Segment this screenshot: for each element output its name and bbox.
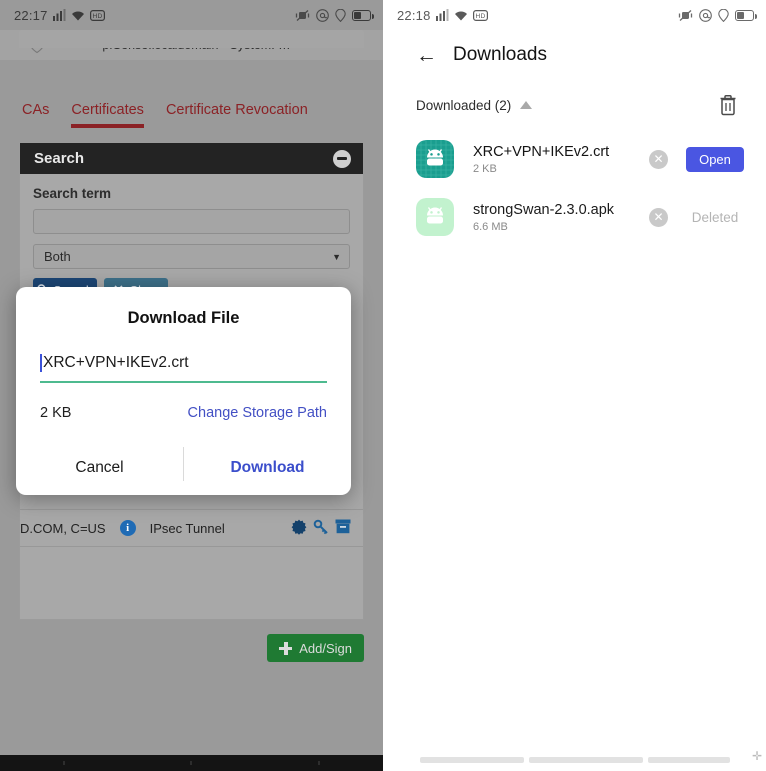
text-cursor: [40, 354, 42, 372]
download-file-size: 6.6 MB: [473, 220, 508, 233]
nav-home-icon[interactable]: [190, 761, 193, 765]
filename-field-wrapper: XRC+VPN+IKEv2.crt: [40, 354, 327, 383]
status-bar-right: [295, 8, 374, 22]
download-file-dialog: Download File XRC+VPN+IKEv2.crt 2 KB Cha…: [16, 287, 351, 495]
at-icon: [316, 8, 329, 22]
tab-certificates[interactable]: Certificates: [71, 102, 144, 128]
open-button[interactable]: Open: [686, 146, 744, 172]
list-item[interactable]: XRC+VPN+IKEv2.crt 2 KB ✕ Open: [383, 130, 766, 188]
status-bar-clock: 22:18: [397, 7, 431, 23]
corner-plus-icon: ✛: [751, 749, 762, 763]
dialog-meta-row: 2 KB Change Storage Path: [40, 405, 327, 421]
export-archive-icon[interactable]: [335, 519, 351, 537]
certificate-purpose: IPsec Tunnel: [149, 520, 225, 536]
close-circle-icon[interactable]: ✕: [649, 149, 668, 169]
search-scope-value: Both: [44, 249, 71, 264]
gesture-segment-left[interactable]: [419, 757, 524, 763]
key-icon[interactable]: [313, 519, 329, 538]
certificate-distinguished-name: D.COM, C=US: [20, 520, 106, 536]
status-bar-left: 22:17 HD: [14, 8, 105, 23]
hd-icon: HD: [472, 9, 488, 21]
download-item-texts: XRC+VPN+IKEv2.crt 2 KB: [473, 144, 649, 175]
android-apk-icon: [416, 140, 454, 178]
download-item-texts: strongSwan-2.3.0.apk 6.6 MB: [473, 202, 649, 233]
minus-circle-icon[interactable]: [333, 149, 351, 168]
svg-text:HD: HD: [475, 13, 485, 20]
chevron-down-icon: ▼: [332, 251, 341, 262]
status-bar-right: [678, 8, 757, 22]
search-card-title: Search: [34, 150, 85, 167]
add-sign-wrapper: Add/Sign: [0, 620, 383, 662]
android-navigation-bar[interactable]: [0, 755, 383, 771]
download-file-size: 2 KB: [473, 162, 497, 175]
dialog-title: Download File: [127, 309, 240, 327]
page-top-strip: [19, 30, 364, 48]
android-apk-icon: [416, 198, 454, 236]
trash-icon[interactable]: [718, 94, 738, 116]
nav-back-icon[interactable]: [318, 761, 321, 765]
certificate-tabs: CAs Certificates Certificate Revocation: [0, 88, 383, 128]
location-icon: [335, 8, 346, 22]
certificate-badge-icon[interactable]: [291, 519, 307, 538]
download-file-name: XRC+VPN+IKEv2.crt: [473, 143, 610, 160]
signal-icon: [52, 9, 66, 21]
search-term-input[interactable]: [33, 209, 350, 234]
search-card-header[interactable]: Search: [20, 143, 363, 174]
filename-input[interactable]: XRC+VPN+IKEv2.crt: [40, 354, 327, 381]
status-bar-clock: 22:17: [14, 7, 48, 23]
status-bar-left: 22:18 HD: [397, 8, 488, 23]
nav-recents-icon[interactable]: [62, 761, 65, 765]
certificate-row-actions: [291, 519, 351, 538]
tab-cas[interactable]: CAs: [22, 102, 49, 128]
right-phone-screen: 22:18 HD ← Downloads Downloaded (2) XRC+…: [383, 0, 766, 771]
downloads-header: ← Downloads: [383, 30, 766, 66]
back-arrow-icon[interactable]: ←: [416, 45, 437, 66]
hd-icon: HD: [89, 9, 105, 21]
deleted-status-label: Deleted: [691, 209, 739, 225]
right-status-bar: 22:18 HD: [383, 0, 766, 30]
vibrate-mute-icon: [678, 9, 693, 22]
close-circle-icon[interactable]: ✕: [649, 207, 668, 227]
three-segment-gesture-bar[interactable]: [383, 757, 766, 763]
dialog-actions: Cancel Download: [16, 441, 351, 495]
cancel-button[interactable]: Cancel: [16, 441, 183, 495]
download-file-name: strongSwan-2.3.0.apk: [473, 201, 615, 218]
screenshot-stage: 22:17 HD CAs Certificates Certificate Re…: [0, 0, 766, 771]
add-sign-button[interactable]: Add/Sign: [267, 634, 364, 662]
filename-underline: [40, 381, 327, 383]
list-item[interactable]: strongSwan-2.3.0.apk 6.6 MB ✕ Deleted: [383, 188, 766, 246]
wifi-icon: [71, 10, 85, 21]
tab-certificate-revocation[interactable]: Certificate Revocation: [166, 102, 308, 128]
gesture-segment-right[interactable]: [647, 757, 730, 763]
downloaded-count-label: Downloaded (2): [416, 97, 512, 113]
search-term-label: Search term: [33, 186, 112, 201]
filename-value: XRC+VPN+IKEv2.crt: [43, 354, 189, 371]
battery-icon: [352, 9, 374, 21]
downloads-section-header: Downloaded (2): [383, 66, 766, 116]
change-storage-path-link[interactable]: Change Storage Path: [188, 405, 327, 421]
certificate-table-tail: [20, 547, 363, 619]
search-scope-select[interactable]: Both ▼: [33, 244, 350, 269]
add-sign-label: Add/Sign: [299, 640, 352, 656]
gesture-segment-center[interactable]: [528, 757, 643, 763]
downloads-section-left[interactable]: Downloaded (2): [416, 97, 533, 113]
at-icon: [699, 8, 712, 22]
plus-icon: [279, 641, 293, 655]
location-icon: [718, 8, 729, 22]
wifi-icon: [454, 10, 468, 21]
triangle-up-icon[interactable]: [520, 101, 533, 109]
page-title: Downloads: [453, 44, 547, 65]
svg-text:HD: HD: [92, 13, 102, 20]
download-button[interactable]: Download: [184, 441, 351, 495]
vibrate-mute-icon: [295, 9, 310, 22]
table-row[interactable]: D.COM, C=US i IPsec Tunnel: [20, 509, 363, 547]
dialog-file-size: 2 KB: [40, 405, 72, 421]
signal-icon: [435, 9, 449, 21]
downloads-list: XRC+VPN+IKEv2.crt 2 KB ✕ Open strongSwan…: [383, 116, 766, 246]
left-status-bar: 22:17 HD: [0, 0, 383, 30]
left-phone-screen: 22:17 HD CAs Certificates Certificate Re…: [0, 0, 383, 771]
battery-icon: [735, 9, 757, 21]
info-circle-icon[interactable]: i: [119, 520, 136, 536]
